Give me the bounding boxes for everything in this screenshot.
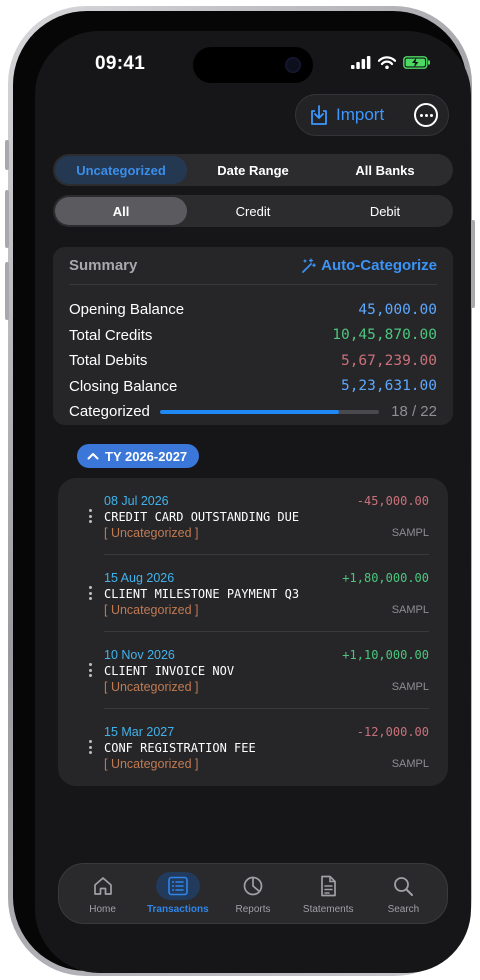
transaction-date: 15 Mar 2027 <box>104 725 175 739</box>
type-tab-debit[interactable]: Debit <box>319 197 451 225</box>
transaction-description: CLIENT INVOICE NOV <box>104 664 235 678</box>
transaction-source: SAMPL <box>391 681 429 693</box>
transaction-amount: -12,000.00 <box>356 725 429 739</box>
summary-row-total-debits: Total Debits 5,67,239.00 <box>69 348 437 374</box>
app-screen: 09:41 Import Uncategorized Date Range Al… <box>35 31 471 973</box>
transaction-row[interactable]: 08 Jul 2026 CREDIT CARD OUTSTANDING DUE … <box>58 478 448 555</box>
volume-down-button <box>5 262 9 320</box>
categorized-progress-row: Categorized 18 / 22 <box>69 399 437 425</box>
type-segmented-control: All Credit Debit <box>53 195 453 227</box>
volume-up-button <box>5 190 9 248</box>
summary-rows: Opening Balance 45,000.00 Total Credits … <box>69 285 437 425</box>
summary-row-label: Total Debits <box>69 352 148 370</box>
transaction-date: 15 Aug 2026 <box>104 571 175 585</box>
tab-label: Transactions <box>146 904 209 915</box>
year-group-label: TY 2026-2027 <box>105 448 188 464</box>
transaction-source: SAMPL <box>391 604 429 616</box>
year-group-toggle[interactable]: TY 2026-2027 <box>77 444 200 468</box>
transaction-category[interactable]: [ Uncategorized ] <box>104 603 199 617</box>
summary-row-value: 45,000.00 <box>358 301 437 318</box>
transaction-row[interactable]: 10 Nov 2026 CLIENT INVOICE NOV [ Uncateg… <box>58 632 448 709</box>
filter-tab-uncategorized[interactable]: Uncategorized <box>55 156 187 184</box>
transaction-amount: +1,10,000.00 <box>342 648 429 662</box>
magnifier-icon <box>394 877 414 896</box>
summary-row-label: Total Credits <box>69 326 153 344</box>
summary-header: Summary Auto-Categorize <box>69 247 437 285</box>
transaction-date: 08 Jul 2026 <box>104 494 169 508</box>
transaction-date: 10 Nov 2026 <box>104 648 175 662</box>
summary-row-value: 10,45,870.00 <box>332 327 437 344</box>
filter-tab-date-range[interactable]: Date Range <box>187 156 319 184</box>
tab-label: Home <box>89 904 116 915</box>
magic-wand-icon <box>302 257 317 273</box>
tab-label: Statements <box>302 904 354 915</box>
filter-segmented-control: Uncategorized Date Range All Banks <box>53 154 453 186</box>
transaction-list: 08 Jul 2026 CREDIT CARD OUTSTANDING DUE … <box>58 478 448 786</box>
transaction-category[interactable]: [ Uncategorized ] <box>104 757 199 771</box>
summary-row-label: Opening Balance <box>69 301 185 319</box>
transaction-row[interactable]: 15 Mar 2027 CONF REGISTRATION FEE [ Unca… <box>58 709 448 786</box>
type-tab-all[interactable]: All <box>55 197 187 225</box>
categorized-count: 18 / 22 <box>391 403 437 421</box>
tab-search[interactable]: Search <box>366 872 441 915</box>
cellular-signal-icon <box>351 56 371 69</box>
tab-label: Reports <box>235 904 271 915</box>
status-icons <box>351 56 431 69</box>
summary-row-label: Closing Balance <box>69 377 178 395</box>
import-label: Import <box>336 105 385 124</box>
more-options-icon[interactable] <box>414 103 438 127</box>
row-menu-icon[interactable] <box>89 663 92 677</box>
battery-charging-icon <box>403 56 430 69</box>
document-icon <box>321 875 337 897</box>
summary-row-value: 5,23,631.00 <box>340 378 437 395</box>
dynamic-island <box>193 47 313 83</box>
transaction-source: SAMPL <box>391 527 429 539</box>
front-camera <box>285 57 301 73</box>
filter-tab-all-banks[interactable]: All Banks <box>319 156 451 184</box>
import-button[interactable]: Import <box>308 104 384 126</box>
summary-row-opening-balance: Opening Balance 45,000.00 <box>69 297 437 323</box>
phone-bezel: 09:41 Import Uncategorized Date Range Al… <box>13 11 471 973</box>
transaction-category[interactable]: [ Uncategorized ] <box>104 526 199 540</box>
transaction-amount: +1,80,000.00 <box>342 571 429 585</box>
row-menu-icon[interactable] <box>89 509 92 523</box>
row-menu-icon[interactable] <box>89 740 92 754</box>
categorized-progress-fill <box>159 409 340 414</box>
auto-categorize-button[interactable]: Auto-Categorize <box>300 257 437 274</box>
transaction-row[interactable]: 15 Aug 2026 CLIENT MILESTONE PAYMENT Q3 … <box>58 555 448 632</box>
row-menu-icon[interactable] <box>89 586 92 600</box>
action-button <box>5 140 9 170</box>
summary-card: Summary Auto-Categorize Opening Balance … <box>53 247 453 425</box>
tab-label: Search <box>387 904 420 915</box>
transaction-description: CREDIT CARD OUTSTANDING DUE <box>104 510 300 524</box>
summary-row-total-credits: Total Credits 10,45,870.00 <box>69 323 437 349</box>
transaction-description: CLIENT MILESTONE PAYMENT Q3 <box>104 587 300 601</box>
power-button <box>471 220 475 308</box>
type-tab-credit[interactable]: Credit <box>187 197 319 225</box>
top-actions: Import <box>295 94 449 136</box>
tab-reports[interactable]: Reports <box>215 872 290 915</box>
transaction-source: SAMPL <box>391 758 429 770</box>
status-time: 09:41 <box>95 53 146 74</box>
chevron-up-icon <box>87 453 99 460</box>
tab-bar: Home Transactions Reports Statements Sea… <box>58 863 448 924</box>
categorized-progress-bar <box>159 409 380 414</box>
pie-chart-icon <box>243 876 263 896</box>
summary-title: Summary <box>69 257 138 274</box>
tab-statements[interactable]: Statements <box>291 872 366 915</box>
categorized-label: Categorized <box>69 403 150 421</box>
summary-row-closing-balance: Closing Balance 5,23,631.00 <box>69 374 437 400</box>
import-icon <box>311 105 327 125</box>
summary-row-value: 5,67,239.00 <box>340 352 437 369</box>
transaction-category[interactable]: [ Uncategorized ] <box>104 680 199 694</box>
house-icon <box>93 877 112 895</box>
wifi-icon <box>378 56 396 69</box>
transaction-description: CONF REGISTRATION FEE <box>104 741 256 755</box>
transaction-amount: -45,000.00 <box>356 494 429 508</box>
auto-categorize-label: Auto-Categorize <box>321 257 437 274</box>
tab-transactions[interactable]: Transactions <box>140 872 215 915</box>
tab-home[interactable]: Home <box>65 872 140 915</box>
list-icon <box>167 876 188 896</box>
